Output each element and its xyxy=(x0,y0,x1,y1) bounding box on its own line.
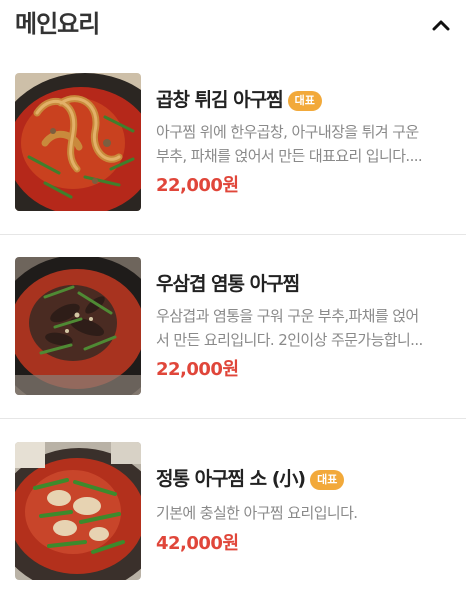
description-line: 우삼겹과 염통을 구워 구운 부추,파채를 얹어 xyxy=(156,307,419,325)
chevron-up-icon xyxy=(432,20,450,31)
menu-item[interactable]: 우삼겹 염통 아구찜 우삼겹과 염통을 구워 구운 부추,파채를 얹어 서 만든… xyxy=(0,234,466,418)
menu-item-name: 정통 아구찜 소 (小) 대표 xyxy=(156,466,345,492)
menu-item-photo xyxy=(15,73,141,211)
signature-badge: 대표 xyxy=(310,470,345,490)
description-line: 부추, 파채를 얹어서 만든 대표요리 입니다.... xyxy=(156,147,423,165)
menu-item[interactable]: 곱창 튀김 아구찜 대표 아구찜 위에 한우곱창, 아구내장을 튀겨 구운 부추,… xyxy=(0,50,466,234)
menu-item[interactable]: 정통 아구찜 소 (小) 대표 기본에 충실한 아구찜 요리입니다. 42,000… xyxy=(0,419,466,603)
section-title: 메인요리 xyxy=(15,10,100,38)
section-header: 메인요리 xyxy=(0,0,466,50)
description-line: 서 만든 요리입니다. 2인이상 주문가능합니... xyxy=(156,331,423,349)
menu-item-description: 아구찜 위에 한우곱창, 아구내장을 튀겨 구운 부추, 파채를 얹어서 만든 … xyxy=(156,120,452,168)
menu-item-price: 22,000원 xyxy=(156,359,239,380)
menu-item-description: 기본에 충실한 아구찜 요리입니다. xyxy=(156,501,452,525)
menu-item-photo xyxy=(15,257,141,395)
menu-item-name: 우삼겹 염통 아구찜 xyxy=(156,273,300,295)
menu-item-description: 우삼겹과 염통을 구워 구운 부추,파채를 얹어 서 만든 요리입니다. 2인이… xyxy=(156,304,452,352)
description-line: 기본에 충실한 아구찜 요리입니다. xyxy=(156,504,358,522)
menu-item-price: 42,000원 xyxy=(156,533,239,554)
menu-item-name: 곱창 튀김 아구찜 대표 xyxy=(156,87,322,113)
signature-badge: 대표 xyxy=(287,91,322,111)
collapse-toggle[interactable] xyxy=(424,10,458,40)
menu-item-price: 22,000원 xyxy=(156,175,239,196)
menu-item-photo xyxy=(15,442,141,580)
description-line: 아구찜 위에 한우곱창, 아구내장을 튀겨 구운 xyxy=(156,123,419,141)
